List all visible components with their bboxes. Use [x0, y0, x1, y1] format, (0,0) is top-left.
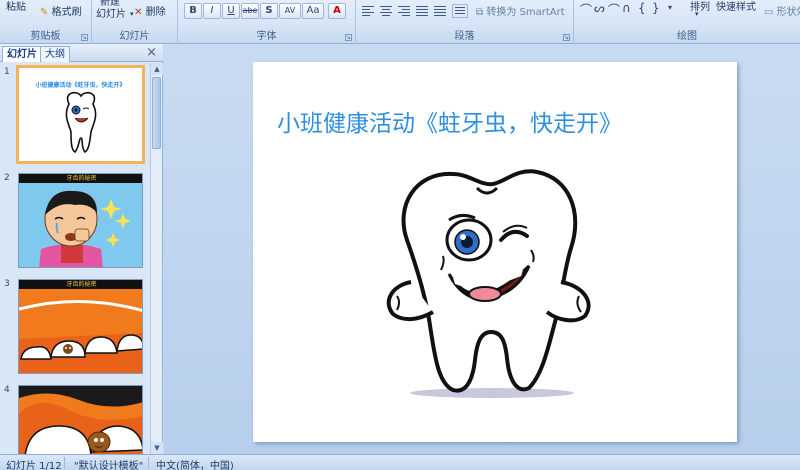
clipboard-group-label: 剪贴板 — [30, 31, 61, 42]
font-dialog-launcher[interactable]: ↘ — [345, 34, 352, 41]
shape-brace-right-icon[interactable]: } — [652, 1, 660, 15]
scroll-down-icon[interactable]: ▼ — [151, 442, 163, 454]
tooth-mascot-thumbnail — [65, 91, 97, 153]
shape-effects-icon: ▭ — [764, 7, 774, 18]
format-painter-button[interactable]: ✎ 格式刷 — [40, 3, 82, 18]
teeth-closeup-illustration — [19, 386, 142, 454]
shape-freeform-icon[interactable]: ᔕ — [594, 1, 605, 15]
slide-thumbnail-2[interactable]: 牙齿的秘密 — [18, 173, 143, 268]
font-group-label: 字体 — [256, 31, 277, 42]
thumbnail-caption: 牙齿的秘密 — [66, 175, 97, 182]
slide-thumbnail-3[interactable]: 牙齿的秘密 — [18, 279, 143, 374]
align-left-icon[interactable] — [360, 4, 376, 18]
slide-editor: 小班健康活动《蛀牙虫，快走开》 — [164, 44, 800, 454]
clipboard-dialog-launcher[interactable]: ↘ — [81, 34, 88, 41]
thumbnail-number: 2 — [4, 173, 10, 183]
format-painter-icon: ✎ — [40, 7, 49, 18]
panel-scrollbar[interactable]: ▲ ▼ — [150, 63, 163, 454]
shape-effects-button[interactable]: ▭ 形状效 — [764, 3, 800, 18]
status-bar: 幻灯片 1/12 "默认设计模板" 中文(简体，中国) — [0, 454, 800, 470]
crying-boy-illustration — [39, 190, 131, 267]
arrange-button[interactable]: 排列 — [690, 0, 710, 13]
align-right-icon[interactable] — [396, 4, 412, 18]
tab-outline[interactable]: 大纲 — [40, 46, 70, 62]
paste-button[interactable]: 粘贴 — [6, 0, 26, 13]
paragraph-dialog-launcher[interactable]: ↘ — [563, 34, 570, 41]
underline-button[interactable]: U — [222, 3, 240, 19]
tooth-mascot-image[interactable] — [357, 162, 627, 407]
char-spacing-button[interactable]: AV — [279, 3, 301, 19]
smartart-icon: ⧉ — [476, 7, 484, 18]
quick-styles-button[interactable]: 快速样式 — [716, 0, 756, 13]
language-indicator[interactable]: 中文(简体，中国) — [156, 457, 234, 470]
delete-icon: ✕ — [134, 7, 143, 18]
thumbnail-caption: 牙齿的秘密 — [66, 281, 97, 288]
thumbnail-list: 1 小班健康活动《蛀牙虫，快走开》 2 牙齿的秘密 3 牙齿的秘密 4 — [0, 63, 150, 454]
thumbnail-number: 1 — [4, 67, 10, 77]
convert-smartart-button[interactable]: ⧉ 转换为 SmartArt — [476, 3, 565, 18]
arrange-dropdown-icon[interactable]: ▾ — [695, 10, 699, 18]
change-case-button[interactable]: Aa — [302, 3, 324, 19]
align-center-icon[interactable] — [378, 4, 394, 18]
shadow-button[interactable]: S — [260, 3, 278, 19]
shape-arc-icon[interactable]: ⌒ — [608, 1, 620, 18]
columns-icon[interactable] — [452, 4, 468, 18]
bold-button[interactable]: B — [184, 3, 202, 19]
font-group: B I U abe S AV Aa A 字体 ↘ — [178, 0, 356, 44]
slides-group-label: 幻灯片 — [119, 31, 150, 42]
shapes-more-icon[interactable]: ▾ — [668, 3, 672, 12]
italic-button[interactable]: I — [203, 3, 221, 19]
thumbnail-number: 4 — [4, 385, 10, 395]
theme-name[interactable]: "默认设计模板" — [74, 457, 143, 470]
font-color-button[interactable]: A — [328, 3, 346, 19]
thumbnail-caption-bar: 牙齿的秘密 — [19, 280, 142, 289]
close-icon[interactable]: × — [146, 45, 157, 60]
slide-title[interactable]: 小班健康活动《蛀牙虫，快走开》 — [277, 104, 717, 138]
teeth-cavity-illustration — [19, 300, 142, 373]
slides-panel: 幻灯片 大纲 × 1 小班健康活动《蛀牙虫，快走开》 2 牙齿的秘密 3 牙齿的… — [0, 44, 163, 454]
slide-thumbnail-1[interactable]: 小班健康活动《蛀牙虫，快走开》 — [16, 65, 145, 164]
slide-counter: 幻灯片 1/12 — [6, 461, 62, 470]
tab-slides[interactable]: 幻灯片 — [2, 46, 42, 62]
scroll-thumb[interactable] — [152, 77, 161, 149]
shape-curve-icon[interactable]: ∩ — [622, 1, 631, 15]
status-divider — [148, 457, 149, 469]
slide-thumbnail-4[interactable] — [18, 385, 143, 454]
panel-tabs: 幻灯片 大纲 × — [0, 44, 163, 62]
new-slide-button[interactable]: 新建 幻灯片 — [96, 0, 126, 21]
drawing-group: ⌒ ᔕ ⌒ ∩ { } ▾ 排列 ▾ 快速样式 ▭ 形状效 绘图 — [574, 0, 800, 44]
slides-group: 新建 幻灯片 ▾ ✕ 删除 幻灯片 — [92, 0, 178, 44]
slide-canvas[interactable]: 小班健康活动《蛀牙虫，快走开》 — [253, 62, 737, 442]
shape-rounded-icon[interactable]: ⌒ — [580, 1, 592, 18]
clipboard-group: 粘贴 ✎ 格式刷 剪贴板 ↘ — [0, 0, 92, 44]
drawing-group-label: 绘图 — [677, 31, 697, 42]
paragraph-group-label: 段落 — [454, 31, 475, 42]
thumbnail-caption-bar: 牙齿的秘密 — [19, 174, 142, 183]
justify-icon[interactable] — [414, 4, 430, 18]
status-divider — [64, 457, 65, 469]
distribute-icon[interactable] — [432, 4, 448, 18]
delete-slide-button[interactable]: ✕ 删除 — [134, 3, 166, 18]
strikethrough-button[interactable]: abe — [241, 3, 259, 19]
thumbnail-number: 3 — [4, 279, 10, 289]
dropdown-arrow-icon[interactable]: ▾ — [130, 10, 134, 18]
paragraph-group: ⧉ 转换为 SmartArt 段落 ↘ — [356, 0, 574, 44]
scroll-up-icon[interactable]: ▲ — [151, 63, 163, 75]
shape-brace-left-icon[interactable]: { — [638, 1, 646, 15]
ribbon: 粘贴 ✎ 格式刷 剪贴板 ↘ 新建 幻灯片 ▾ ✕ 删除 幻灯片 B I U a… — [0, 0, 800, 44]
